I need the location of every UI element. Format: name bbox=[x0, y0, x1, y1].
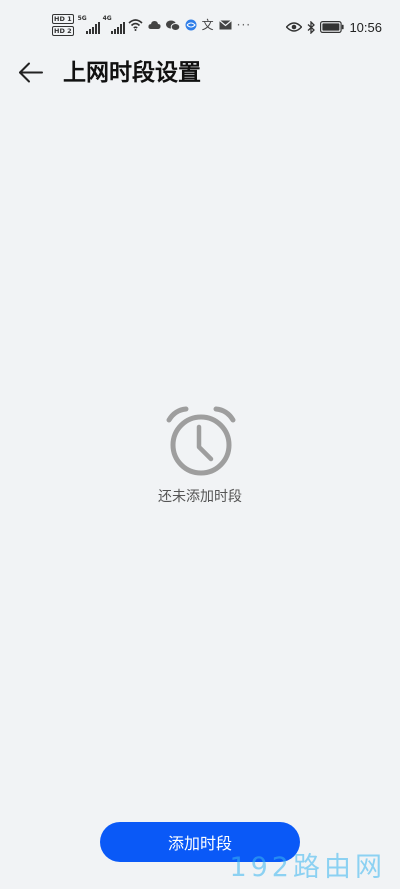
more-icon: ··· bbox=[236, 18, 252, 32]
signal-4g-tag: 4G bbox=[102, 15, 112, 22]
status-bar: HD 1 HD 2 5G 4G 文 ··· 10:56 bbox=[0, 0, 400, 48]
bluetooth-icon bbox=[308, 20, 316, 34]
signal-icon: 5G bbox=[78, 15, 100, 35]
back-button[interactable] bbox=[14, 56, 48, 90]
arrow-left-icon bbox=[19, 62, 43, 83]
clock-time: 10:56 bbox=[349, 19, 382, 35]
eye-icon bbox=[286, 22, 303, 32]
sim2-badge: HD 2 bbox=[52, 26, 74, 36]
browser-icon bbox=[185, 19, 197, 31]
signal-icon-2: 4G bbox=[103, 15, 125, 35]
mail-icon bbox=[218, 20, 232, 30]
alarm-clock-icon bbox=[166, 406, 236, 476]
signal-5g-tag: 5G bbox=[77, 15, 87, 22]
empty-state-message: 还未添加时段 bbox=[158, 489, 242, 505]
cloud-icon bbox=[148, 21, 161, 29]
status-right: 10:56 bbox=[286, 14, 382, 40]
page-title: 上网时段设置 bbox=[63, 60, 201, 86]
wechat-icon bbox=[165, 20, 180, 31]
status-left: HD 1 HD 2 5G 4G 文 ··· bbox=[52, 12, 251, 38]
translate-icon: 文 bbox=[201, 18, 214, 32]
hd-icon: HD 1 HD 2 bbox=[52, 14, 74, 36]
sim1-badge: HD 1 bbox=[52, 14, 74, 24]
wifi-icon bbox=[128, 19, 143, 31]
battery-icon bbox=[320, 21, 345, 33]
watermark-logo: 192路由网 bbox=[229, 852, 386, 883]
